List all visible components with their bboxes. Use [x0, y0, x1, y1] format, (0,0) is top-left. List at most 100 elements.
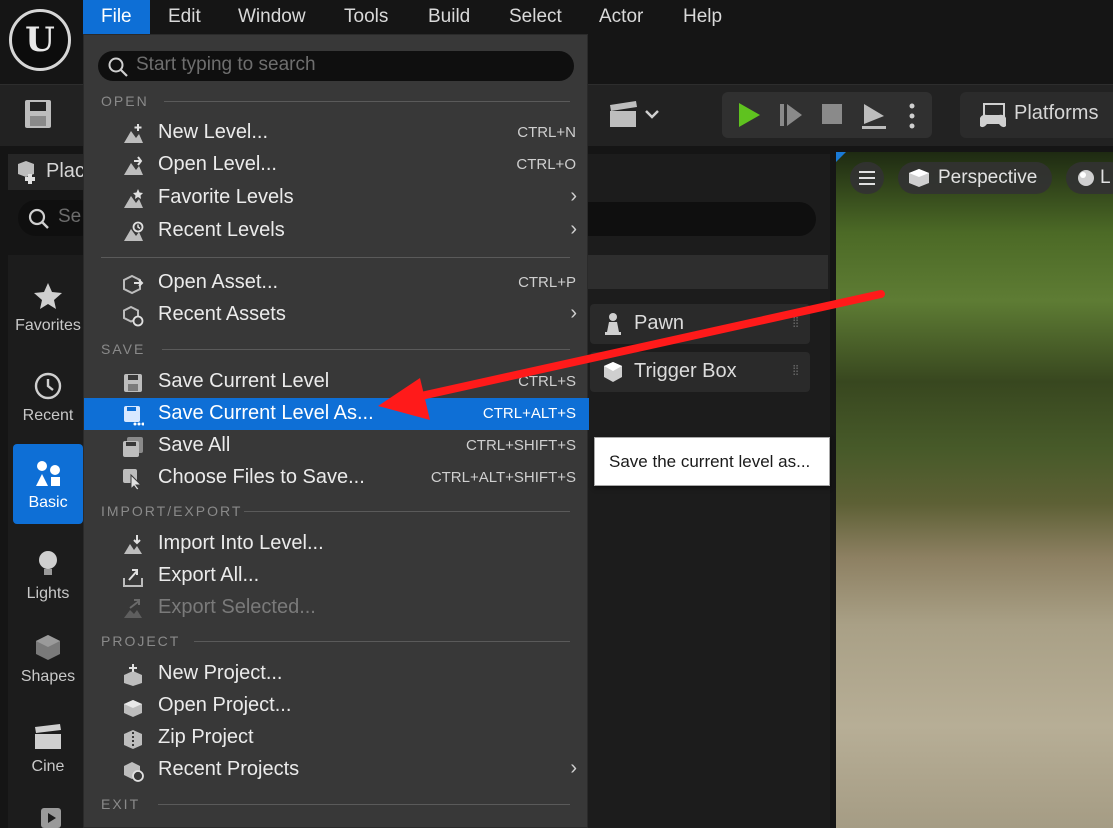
menu-item-label: New Project...	[158, 662, 283, 684]
menu-item-favorite-levels[interactable]: Favorite Levels ›	[84, 182, 589, 214]
menu-tools[interactable]: Tools	[344, 0, 388, 34]
menu-file[interactable]: File	[83, 0, 150, 34]
save-icon[interactable]	[24, 99, 52, 129]
unreal-logo-icon[interactable]: U	[9, 9, 71, 71]
menu-item-label: New Level...	[158, 121, 269, 143]
menu-item-zip-project[interactable]: Zip Project	[84, 722, 589, 754]
level-viewport[interactable]: Perspective L	[836, 152, 1113, 828]
menu-item-label: Recent Levels	[158, 219, 285, 241]
lit-mode-button[interactable]: L	[1066, 162, 1113, 194]
drag-handle-icon[interactable]: ⁞⁞	[792, 362, 799, 378]
play-icon[interactable]	[736, 102, 762, 133]
advance-frame-icon[interactable]	[778, 102, 804, 133]
menu-help[interactable]: Help	[683, 0, 722, 34]
category-favorites[interactable]: Favorites	[13, 267, 83, 347]
gamepad-icon	[980, 103, 1006, 128]
menu-item-label: Open Asset...	[158, 271, 279, 293]
menu-item-tooltip: Save the current level as...	[594, 437, 830, 486]
favorite-levels-icon	[124, 189, 143, 208]
place-actors-icon	[18, 161, 35, 184]
cinematics-dropdown-icon[interactable]	[606, 99, 666, 133]
menu-item-save-current-level-as[interactable]: Save Current Level As... CTRL+ALT+S	[84, 398, 589, 430]
menu-edit[interactable]: Edit	[168, 0, 201, 34]
menu-item-label: Recent Projects	[158, 758, 300, 780]
open-project-icon	[124, 700, 142, 717]
menu-item-label: Save Current Level As...	[158, 402, 374, 424]
menu-item-save-current-level[interactable]: Save Current Level CTRL+S	[84, 366, 589, 398]
category-recent[interactable]: Recent	[13, 357, 83, 437]
file-menu-search-input[interactable]: Start typing to search	[98, 51, 574, 81]
menu-item-label: Export All...	[158, 564, 260, 586]
tooltip-text: Save the current level as...	[609, 452, 811, 471]
menu-item-label: Choose Files to Save...	[158, 466, 365, 488]
actor-item-pawn[interactable]: Pawn ⁞⁞	[590, 304, 810, 344]
menu-item-label: Zip Project	[158, 726, 254, 748]
section-header-project: PROJECT	[101, 633, 181, 649]
menu-divider	[101, 257, 570, 258]
menu-item-label: Save All	[158, 434, 231, 456]
menu-item-recent-assets[interactable]: Recent Assets ›	[84, 299, 589, 331]
menu-item-save-all[interactable]: Save All CTRL+SHIFT+S	[84, 430, 589, 462]
platforms-button[interactable]: Platforms	[960, 92, 1113, 138]
search-placeholder: Start typing to search	[136, 54, 316, 75]
viewport-options-button[interactable]	[850, 162, 884, 194]
category-label: Recent	[22, 407, 74, 424]
perspective-button[interactable]: Perspective	[898, 162, 1052, 194]
category-shapes[interactable]: Shapes	[13, 618, 83, 698]
save-as-icon	[124, 406, 144, 426]
media-icon[interactable]	[40, 807, 62, 828]
category-lights[interactable]: Lights	[13, 535, 83, 615]
shortcut-label: CTRL+S	[518, 373, 576, 390]
chevron-right-icon: ›	[570, 757, 577, 779]
export-selected-icon	[124, 599, 142, 618]
save-all-icon	[123, 437, 143, 457]
pawn-icon	[605, 313, 621, 335]
menu-item-open-project[interactable]: Open Project...	[84, 690, 589, 722]
chevron-right-icon: ›	[570, 218, 577, 240]
category-label: Shapes	[20, 668, 76, 685]
menu-item-export-all[interactable]: Export All...	[84, 560, 589, 592]
category-label: Lights	[26, 585, 70, 602]
menu-select[interactable]: Select	[509, 0, 562, 34]
new-level-icon	[124, 124, 143, 143]
shortcut-label: CTRL+ALT+S	[482, 405, 576, 422]
search-icon	[28, 208, 49, 229]
menu-item-recent-projects[interactable]: Recent Projects ›	[84, 754, 589, 786]
place-actors-search-field-extension[interactable]	[588, 202, 816, 236]
menu-item-open-asset[interactable]: Open Asset... CTRL+P	[84, 267, 589, 299]
open-level-icon	[124, 156, 143, 175]
more-options-icon[interactable]	[908, 102, 916, 135]
shortcut-label: CTRL+SHIFT+S	[465, 437, 576, 454]
menu-item-open-level[interactable]: Open Level... CTRL+O	[84, 149, 589, 181]
save-icon	[124, 374, 142, 392]
category-basic[interactable]: Basic	[13, 444, 83, 524]
actor-item-trigger-box[interactable]: Trigger Box ⁞⁞	[590, 352, 810, 392]
drag-handle-icon[interactable]: ⁞⁞	[792, 314, 799, 330]
menu-item-new-level[interactable]: New Level... CTRL+N	[84, 117, 589, 149]
file-menu-dropdown: Start typing to search OPEN New Level...…	[83, 34, 589, 828]
viewport-corner-marker	[836, 152, 846, 162]
place-actors-header-strip	[588, 255, 828, 289]
star-icon	[34, 283, 62, 309]
menu-item-new-project[interactable]: New Project...	[84, 658, 589, 690]
lit-sphere-icon	[1078, 170, 1094, 186]
section-divider	[158, 804, 570, 805]
place-actors-tab[interactable]: Plac	[8, 154, 88, 190]
clapperboard-icon	[35, 724, 61, 749]
menu-window[interactable]: Window	[238, 0, 306, 34]
category-label: Favorites	[15, 317, 81, 334]
recent-projects-icon	[124, 762, 144, 782]
choose-files-icon	[123, 469, 143, 490]
menu-actor[interactable]: Actor	[599, 0, 643, 34]
menu-item-choose-files-to-save[interactable]: Choose Files to Save... CTRL+ALT+SHIFT+S	[84, 462, 589, 494]
menu-build[interactable]: Build	[428, 0, 470, 34]
eject-icon[interactable]	[860, 102, 888, 135]
lit-mode-label: L	[1100, 167, 1111, 188]
category-list: Favorites Recent Basic Lights Shapes Cin…	[8, 255, 88, 828]
shortcut-label: CTRL+O	[516, 156, 576, 173]
play-controls	[722, 92, 932, 138]
stop-icon[interactable]	[820, 102, 844, 131]
menu-item-recent-levels[interactable]: Recent Levels ›	[84, 215, 589, 247]
menu-item-import-into-level[interactable]: Import Into Level...	[84, 528, 589, 560]
category-cine[interactable]: Cine	[13, 708, 83, 788]
